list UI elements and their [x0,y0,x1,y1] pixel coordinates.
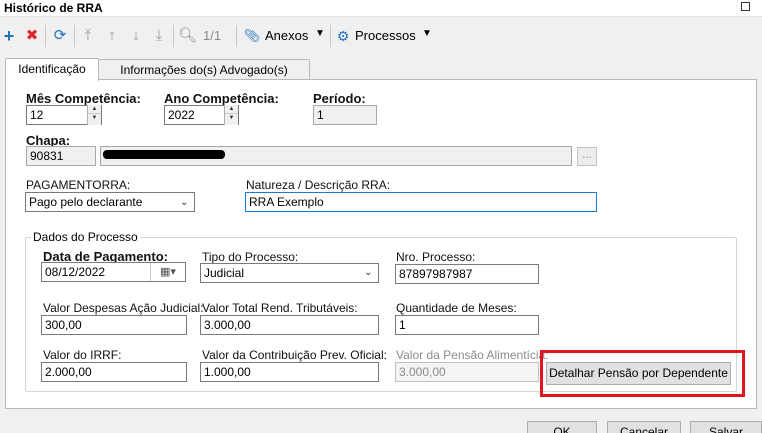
processos-menu[interactable]: Processos [355,28,416,43]
window-title: Histórico de RRA [4,1,103,15]
toolbar-separator [173,25,174,47]
tab-identificacao[interactable]: Identificação [5,58,99,81]
next-record-icon[interactable]: ↓ [127,26,145,46]
valor-total-rend-label: Valor Total Rend. Tributáveis: [202,301,358,315]
valor-contribuicao-input[interactable]: 1.000,00 [200,362,379,382]
ano-competencia-label: Ano Competência: [164,91,279,106]
valor-despesas-label: Valor Despesas Ação Judicial: [43,301,204,315]
quantidade-meses-input[interactable]: 1 [395,315,539,335]
delete-icon[interactable]: ✖ [23,26,41,46]
valor-irrf-label: Valor do IRRF: [43,348,122,362]
pagamento-rra-value: Pago pelo declarante [29,195,143,209]
valor-pensao-label: Valor da Pensão Alimentícia: [396,348,549,362]
first-record-icon[interactable]: ⤒ [79,26,97,46]
ok-button[interactable]: OK [527,421,597,433]
periodo-label: Período: [313,91,366,106]
natureza-input[interactable]: RRA Exemplo [245,192,597,212]
cancel-button[interactable]: Cancelar [607,421,681,433]
previous-record-icon[interactable]: ↑ [103,26,121,46]
ano-competencia-value: 2022 [168,108,195,122]
valor-irrf-input[interactable]: 2.000,00 [41,362,187,382]
valor-contribuicao-label: Valor da Contribuição Prev. Oficial: [202,348,387,362]
data-pagamento-value: 08/12/2022 [45,265,106,279]
chevron-down-icon[interactable]: ▼ [422,28,432,39]
anexos-menu[interactable]: Anexos [265,28,308,43]
tipo-processo-value: Judicial [204,266,245,280]
natureza-label: Natureza / Descrição RRA: [246,178,391,192]
add-icon[interactable]: + [0,26,18,46]
title-bar: Histórico de RRA [0,0,762,17]
paperclip-icon: 📎︎ [243,28,261,43]
tipo-processo-select[interactable]: Judicial [200,263,379,283]
calendar-icon[interactable]: ▦▾ [150,263,185,281]
chevron-down-icon[interactable]: ▼ [315,28,325,39]
mes-competencia-label: Mês Competência: [26,91,141,106]
toolbar-separator [45,25,46,47]
gear-icon: ⚙ [336,28,350,44]
page-indicator: 1/1 [203,28,222,43]
chevron-down-icon[interactable]: ⌄ [364,267,372,278]
search-icon[interactable]: 🔍︎ [178,26,197,46]
valor-despesas-input[interactable]: 300,00 [41,315,187,335]
valor-total-rend-input[interactable]: 3.000,00 [200,315,379,335]
pagamento-rra-label: PAGAMENTORRA: [26,178,131,192]
tab-advogados[interactable]: Informações do(s) Advogado(s) [98,59,310,80]
tipo-processo-label: Tipo do Processo: [202,250,299,264]
chapa-input[interactable]: 90831 [26,146,96,166]
dados-processo-title: Dados do Processo [31,230,140,244]
valor-pensao-input: 3.000,00 [395,362,539,382]
periodo-input[interactable]: 1 [313,105,377,125]
quantidade-meses-label: Quantidade de Meses: [396,301,517,315]
refresh-icon[interactable]: ⟳ [51,26,69,46]
redacted-name [103,150,225,159]
nro-processo-input[interactable]: 87897987987 [395,264,539,284]
restore-window-icon[interactable] [741,2,750,11]
mes-competencia-spinner[interactable]: ▲ ▼ [87,105,101,125]
nro-processo-label: Nro. Processo: [396,250,476,264]
toolbar-separator [74,25,75,47]
toolbar-separator [330,25,331,47]
pagamento-rra-select[interactable]: Pago pelo declarante [25,192,195,212]
detalhar-pensao-button[interactable]: Detalhar Pensão por Dependente [546,362,731,385]
save-button[interactable]: Salvar [690,421,762,433]
chapa-lookup-button[interactable]: ... [577,147,597,166]
last-record-icon[interactable]: ⤓ [150,26,168,46]
ano-competencia-spinner[interactable]: ▲ ▼ [224,105,238,125]
toolbar-separator [236,25,237,47]
chevron-down-icon[interactable]: ⌄ [180,197,188,208]
mes-competencia-value: 12 [30,108,44,122]
